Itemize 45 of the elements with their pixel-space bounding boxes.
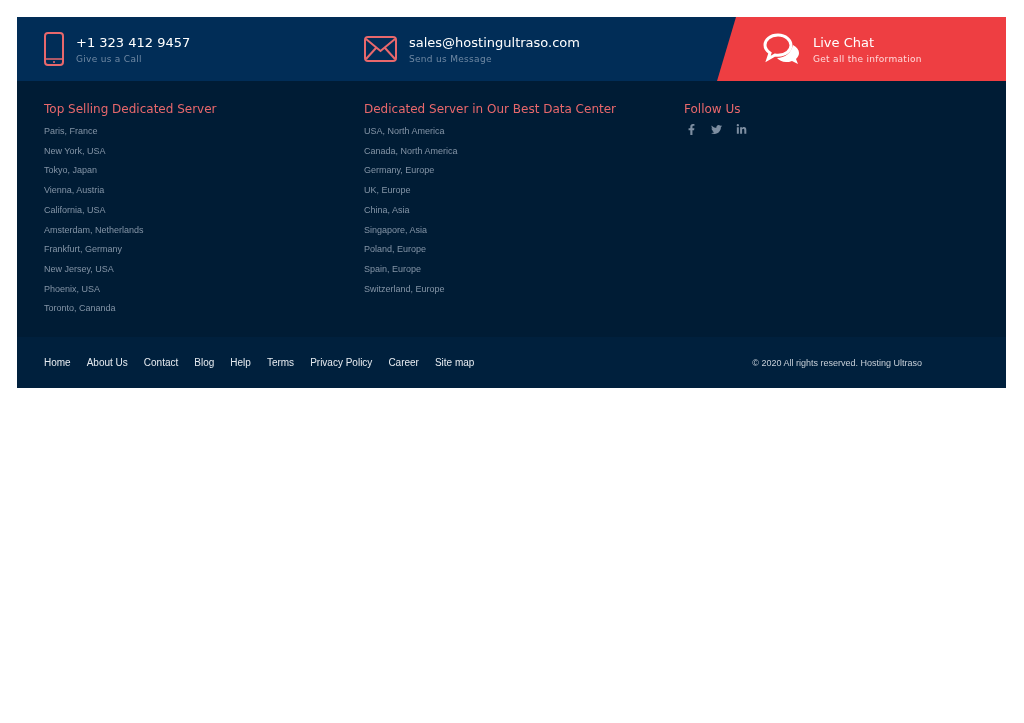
email-caption: Send us Message — [409, 53, 493, 64]
footer-nav-link[interactable]: Contact — [143, 357, 179, 369]
live-chat-panel[interactable]: Live Chat Get all the information — [717, 17, 1006, 81]
phone-caption: Give us a Call — [76, 53, 143, 64]
location-link[interactable]: Toronto, Cananda — [44, 299, 116, 320]
location-link[interactable]: China, Asia — [364, 200, 410, 221]
location-link[interactable]: Germany, Europe — [364, 161, 435, 182]
location-link[interactable]: Spain, Europe — [364, 259, 422, 280]
footer-nav-link[interactable]: About Us — [86, 357, 128, 369]
linkedin-icon[interactable] — [736, 124, 747, 135]
footer-nav-link[interactable]: Privacy Policy — [310, 357, 373, 369]
footer-nav-link[interactable]: Blog — [194, 357, 215, 369]
copyright-text: © 2020 All rights reserved. Hosting Ultraso — [752, 357, 922, 368]
phone-number[interactable]: +1 323 412 9457 — [76, 34, 191, 50]
location-link[interactable]: Poland, Europe — [364, 240, 427, 260]
facebook-icon[interactable] — [686, 124, 697, 135]
location-link[interactable]: Phoenix, USA — [44, 279, 101, 300]
envelope-icon — [364, 36, 397, 62]
phone-icon — [44, 32, 64, 66]
footer-nav-link[interactable]: Terms — [266, 357, 295, 369]
column-heading: Top Selling Dedicated Server — [44, 102, 218, 116]
location-link[interactable]: Vienna, Austria — [44, 181, 105, 201]
location-link[interactable]: California, USA — [44, 200, 106, 221]
footer-nav-link[interactable]: Help — [230, 357, 251, 369]
live-chat-caption: Get all the information — [813, 53, 922, 64]
live-chat-title: Live Chat — [813, 34, 876, 50]
location-link[interactable]: New York, USA — [44, 141, 106, 162]
location-link[interactable]: Canada, North America — [364, 141, 458, 162]
location-link[interactable]: New Jersey, USA — [44, 259, 114, 280]
location-link[interactable]: Tokyo, Japan — [44, 161, 98, 182]
footer-nav-link[interactable]: Career — [388, 357, 419, 369]
location-link[interactable]: Paris, France — [44, 122, 98, 142]
location-link[interactable]: Switzerland, Europe — [364, 279, 445, 300]
location-link[interactable]: Singapore, Asia — [364, 220, 428, 241]
location-link[interactable]: USA, North America — [364, 122, 445, 142]
footer-nav-link[interactable]: Site map — [434, 357, 475, 369]
footer-nav-link[interactable]: Home — [44, 357, 71, 369]
location-link[interactable]: Frankfurt, Germany — [44, 240, 123, 260]
follow-heading: Follow Us — [684, 102, 742, 116]
email-address[interactable]: sales@hostingultraso.com — [409, 34, 580, 50]
column-heading: Dedicated Server in Our Best Data Center — [364, 102, 617, 116]
location-link[interactable]: Amsterdam, Netherlands — [44, 220, 144, 241]
twitter-icon[interactable] — [711, 124, 722, 135]
location-link[interactable]: UK, Europe — [364, 181, 411, 201]
chat-bubbles-icon — [763, 33, 801, 65]
